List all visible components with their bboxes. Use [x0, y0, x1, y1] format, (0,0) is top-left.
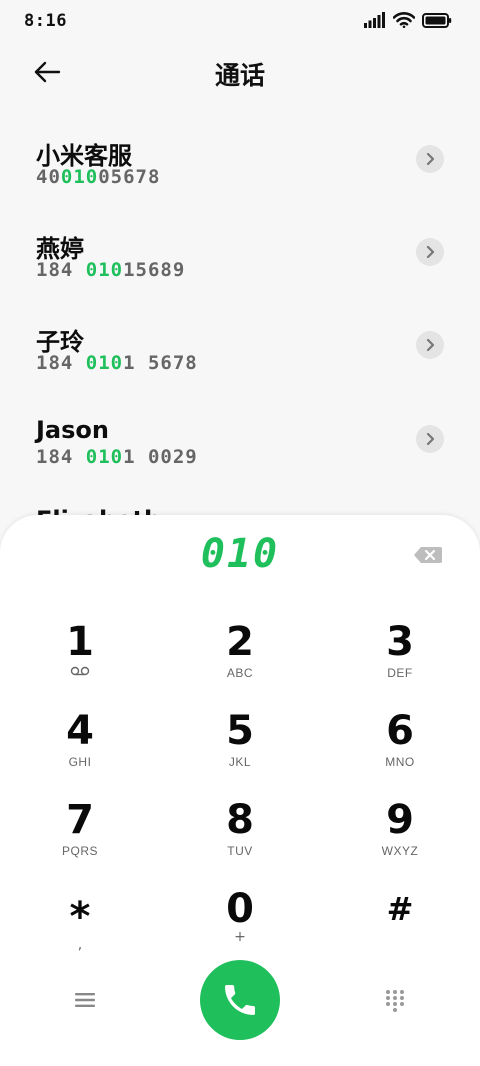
key-letters: ABC [226, 666, 254, 680]
voicemail-icon [70, 666, 90, 676]
number-prefix: 184 [36, 352, 86, 374]
key-digit: * [69, 894, 91, 940]
contact-details-button[interactable] [416, 425, 444, 453]
signal-icon [364, 12, 385, 28]
key-letters: MNO [385, 755, 415, 769]
call-button[interactable] [200, 960, 280, 1040]
dialpad-panel: 010 1 2 ABC 3 DEF 4 GHI 5 JKL 6 MNO 7 PQ… [0, 515, 480, 1066]
key-4[interactable]: 4 GHI [0, 709, 160, 789]
contact-number: 184 0101 0029 [36, 446, 198, 468]
page-title: 通话 [214, 61, 265, 90]
call-action-bar [0, 960, 480, 1040]
key-digit: 7 [66, 797, 94, 843]
key-letters: WXYZ [381, 844, 419, 858]
wifi-icon [393, 12, 415, 28]
contact-details-button[interactable] [416, 238, 444, 266]
number-suffix: 1 5678 [123, 352, 198, 374]
key-2[interactable]: 2 ABC [160, 620, 320, 700]
key-letters: GHI [68, 755, 92, 769]
key-digit: 1 [66, 619, 94, 665]
menu-button[interactable] [70, 988, 100, 1012]
key-digit: 9 [386, 797, 414, 843]
key-7[interactable]: 7 PQRS [0, 798, 160, 878]
key-letters: , [77, 937, 83, 953]
key-letters: JKL [228, 755, 252, 769]
chevron-right-icon [426, 245, 435, 259]
key-8[interactable]: 8 TUV [160, 798, 320, 878]
header: 通话 [0, 48, 480, 96]
key-letters: PQRS [61, 844, 98, 858]
contact-row[interactable]: 子玲 184 0101 5678 [0, 306, 480, 386]
battery-icon [422, 12, 452, 28]
contact-number: 4001005678 [36, 166, 160, 188]
key-digit: 3 [386, 619, 414, 665]
key-1[interactable]: 1 [0, 620, 160, 700]
key-digit: 6 [386, 708, 414, 754]
number-match-highlight: 010 [85, 352, 124, 374]
contact-name: Jason [36, 416, 109, 444]
key-letters: + [234, 929, 246, 945]
dialpad-icon [386, 990, 404, 1012]
status-bar: 8:16 [0, 0, 480, 44]
number-suffix: 05678 [98, 166, 161, 188]
contact-number: 184 0101 5678 [36, 352, 198, 374]
key-0[interactable]: 0 + [160, 887, 320, 967]
number-suffix: 1 0029 [123, 446, 198, 468]
backspace-icon [414, 547, 442, 563]
contact-row[interactable]: Jason 184 0101 0029 [0, 400, 480, 480]
contact-number: 184 01015689 [36, 259, 185, 281]
key-hash[interactable]: # [320, 887, 480, 967]
key-digit: 8 [226, 797, 254, 843]
menu-icon [75, 993, 95, 1007]
chevron-right-icon [426, 432, 435, 446]
number-prefix: 184 [36, 259, 86, 281]
status-time: 8:16 [24, 11, 67, 31]
key-digit: 5 [226, 708, 254, 754]
key-5[interactable]: 5 JKL [160, 709, 320, 789]
number-suffix: 15689 [123, 259, 186, 281]
number-match-highlight: 010 [85, 446, 124, 468]
key-digit: 4 [66, 708, 94, 754]
key-6[interactable]: 6 MNO [320, 709, 480, 789]
key-digit: # [386, 890, 414, 928]
status-icons [364, 12, 452, 28]
chevron-right-icon [426, 152, 435, 166]
number-match-highlight: 010 [60, 166, 99, 188]
number-prefix: 40 [36, 166, 61, 188]
key-digit: 2 [226, 619, 254, 665]
backspace-button[interactable] [413, 545, 443, 565]
key-letters: DEF [387, 666, 413, 680]
chevron-right-icon [426, 338, 435, 352]
key-star[interactable]: * , [0, 887, 160, 967]
key-9[interactable]: 9 WXYZ [320, 798, 480, 878]
key-digit: 0 [226, 886, 254, 932]
dialpad-toggle-button[interactable] [384, 988, 406, 1014]
contact-row[interactable]: 小米客服 4001005678 [0, 120, 480, 200]
number-prefix: 184 [36, 446, 86, 468]
dialed-number: 010 [200, 531, 280, 577]
contact-details-button[interactable] [416, 145, 444, 173]
key-3[interactable]: 3 DEF [320, 620, 480, 700]
contact-row[interactable]: 燕婷 184 01015689 [0, 213, 480, 293]
contact-details-button[interactable] [416, 331, 444, 359]
key-letters: TUV [227, 844, 253, 858]
phone-icon [225, 985, 255, 1015]
number-match-highlight: 010 [85, 259, 124, 281]
